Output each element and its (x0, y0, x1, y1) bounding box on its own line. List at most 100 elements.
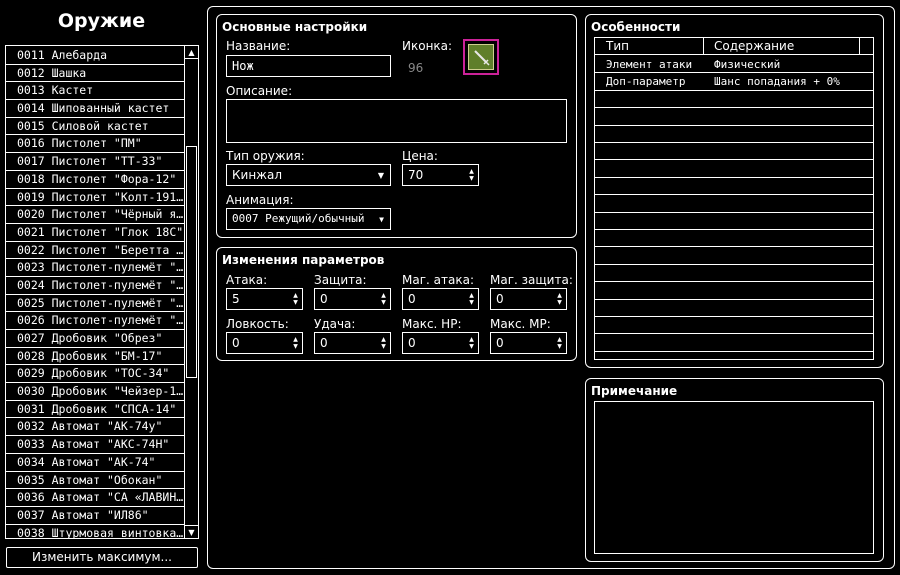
param-input[interactable]: 0 ▲ ▼ (402, 288, 479, 310)
param-label: Удача: (314, 317, 356, 331)
spinner-arrows-icon[interactable]: ▲ ▼ (380, 292, 387, 306)
animation-select[interactable]: 0007 Режущий/обычный ▼ (226, 208, 391, 230)
weapon-list-item[interactable]: 0017 Пистолет "ТТ-33" (6, 153, 185, 171)
change-maximum-button[interactable]: Изменить максимум... (6, 547, 198, 568)
description-input[interactable] (226, 99, 567, 143)
table-row[interactable]: Элемент атаки Физический (595, 56, 873, 74)
table-row[interactable] (595, 282, 873, 300)
param-label: Атака: (226, 273, 268, 287)
trait-type-cell: Элемент атаки (606, 58, 693, 71)
weapon-list-item[interactable]: 0031 Дробовик "СПСА-14" (6, 401, 185, 419)
weapon-list-item[interactable]: 0037 Автомат "ИЛ86" (6, 507, 185, 525)
table-row[interactable] (595, 265, 873, 283)
param-input[interactable]: 0 ▲ ▼ (226, 332, 303, 354)
price-input[interactable]: 70 ▲ ▼ (402, 164, 479, 186)
column-header-content[interactable]: Содержание (714, 38, 794, 55)
param-value: 0 (320, 336, 328, 350)
table-row[interactable] (595, 160, 873, 178)
scroll-thumb[interactable] (186, 146, 197, 378)
weapon-list-item[interactable]: 0034 Автомат "АК-74" (6, 454, 185, 472)
table-row[interactable] (595, 213, 873, 230)
spinner-arrows-icon[interactable]: ▲ ▼ (556, 336, 563, 350)
database-title: Оружие (57, 10, 146, 32)
weapon-list-item[interactable]: 0016 Пистолет "ПМ" (6, 135, 185, 154)
weapon-list-item[interactable]: 0030 Дробовик "Чейзер-13" (6, 383, 185, 401)
weapon-list-item[interactable]: 0028 Дробовик "БМ-17" (6, 348, 185, 366)
weapon-list-item[interactable]: 0033 Автомат "АКС-74Н" (6, 436, 185, 454)
column-header-type[interactable]: Тип (606, 38, 629, 55)
table-row[interactable]: Доп-параметр Шанс попадания + 0% (595, 73, 873, 91)
param-input[interactable]: 0 ▲ ▼ (490, 332, 567, 354)
param-value: 0 (408, 292, 416, 306)
weapon-list-item[interactable]: 0029 Дробовик "ТОС-34" (6, 365, 185, 384)
param-input[interactable]: 5 ▲ ▼ (226, 288, 303, 310)
param-input[interactable]: 0 ▲ ▼ (490, 288, 567, 310)
table-row[interactable] (595, 195, 873, 213)
spinner-arrows-icon[interactable]: ▲ ▼ (468, 168, 475, 182)
param-value: 0 (320, 292, 328, 306)
weapon-list-item[interactable]: 0019 Пистолет "Колт-1911" (6, 189, 185, 207)
weapon-list-item[interactable]: 0013 Кастет (6, 82, 185, 101)
table-row[interactable] (595, 247, 873, 265)
animation-label: Анимация: (226, 193, 294, 207)
weapon-list-item[interactable]: 0036 Автомат "СА «ЛАВИНА»" (6, 489, 185, 507)
weapon-list-item[interactable]: 0025 Пистолет-пулемёт "МП-… (6, 295, 185, 313)
weapon-list-item[interactable]: 0026 Пистолет-пулемёт "П90" (6, 312, 185, 330)
weapon-type-label: Тип оружия: (226, 149, 305, 163)
table-row[interactable] (595, 108, 873, 126)
weapon-list-item[interactable]: 0038 Штурмовая винтовка "… (6, 525, 185, 538)
param-value: 0 (232, 336, 240, 350)
weapon-list-item[interactable]: 0020 Пистолет "Чёрный яст… (6, 206, 185, 224)
param-input[interactable]: 0 ▲ ▼ (402, 332, 479, 354)
name-input[interactable]: Нож (226, 55, 391, 77)
weapon-list-item[interactable]: 0014 Шипованный кастет (6, 100, 185, 118)
spinner-arrows-icon[interactable]: ▲ ▼ (556, 292, 563, 306)
spinner-arrows-icon[interactable]: ▲ ▼ (468, 292, 475, 306)
trait-content-cell: Шанс попадания + 0% (714, 75, 840, 89)
table-row[interactable] (595, 91, 873, 109)
weapon-list-item[interactable]: 0035 Автомат "Обокан" (6, 472, 185, 490)
weapon-list-item[interactable]: 0024 Пистолет-пулемёт "Га… (6, 277, 185, 295)
spinner-arrows-icon[interactable]: ▲ ▼ (292, 292, 299, 306)
spinner-arrows-icon[interactable]: ▲ ▼ (468, 336, 475, 350)
table-row[interactable] (595, 143, 873, 161)
table-row[interactable] (595, 178, 873, 196)
table-row[interactable] (595, 334, 873, 352)
weapon-list-item[interactable]: 0012 Шашка (6, 65, 185, 83)
trait-content-cell: Физический (714, 58, 781, 71)
price-label: Цена: (402, 149, 438, 163)
table-row[interactable] (595, 126, 873, 143)
weapon-list-item[interactable]: 0027 Дробовик "Обрез" (6, 330, 185, 348)
weapon-list[interactable]: 0011 Алебарда 0012 Шашка 0013 Кастет 0014 Ш… (5, 45, 199, 539)
icon-label: Иконка: (402, 39, 453, 53)
weapon-list-item[interactable]: 0032 Автомат "АК-74у" (6, 418, 185, 437)
weapon-list-item[interactable]: 0015 Силовой кастет (6, 118, 185, 136)
weapon-list-item[interactable]: 0023 Пистолет-пулемёт "ПП-… (6, 259, 185, 277)
weapon-list-scrollbar[interactable]: ▲ ▼ (184, 46, 198, 538)
weapon-list-item[interactable]: 0021 Пистолет "Глок 18С" (6, 224, 185, 242)
weapon-list-items: 0011 Алебарда 0012 Шашка 0013 Кастет 0014 Ш… (6, 47, 185, 538)
param-label: Защита: (314, 273, 367, 287)
weapon-type-select[interactable]: Кинжал ▼ (226, 164, 391, 186)
traits-table[interactable]: Тип Содержание Элемент атаки Физический До… (594, 37, 874, 360)
param-input[interactable]: 0 ▲ ▼ (314, 332, 391, 354)
table-row[interactable] (595, 230, 873, 248)
parameter-changes-title: Изменения параметров (222, 253, 385, 267)
scroll-down-arrow-icon[interactable]: ▼ (185, 525, 198, 538)
spinner-arrows-icon[interactable]: ▲ ▼ (292, 336, 299, 350)
scroll-up-arrow-icon[interactable]: ▲ (185, 46, 198, 59)
icon-index: 96 (408, 61, 424, 75)
icon-picker[interactable] (463, 39, 499, 75)
table-row[interactable] (595, 317, 873, 335)
param-value: 0 (496, 292, 504, 306)
basic-settings-title: Основные настройки (222, 20, 368, 34)
param-input[interactable]: 0 ▲ ▼ (314, 288, 391, 310)
table-row[interactable] (595, 300, 873, 317)
weapon-list-item[interactable]: 0018 Пистолет "Фора-12" (6, 171, 185, 189)
weapon-list-item[interactable]: 0011 Алебарда (6, 47, 185, 65)
spinner-arrows-icon[interactable]: ▲ ▼ (380, 336, 387, 350)
weapon-list-item[interactable]: 0022 Пистолет "Беретта М9… (6, 242, 185, 260)
param-label: Маг. атака: (402, 273, 474, 287)
description-label: Описание: (226, 84, 293, 98)
note-textarea[interactable] (594, 401, 874, 554)
